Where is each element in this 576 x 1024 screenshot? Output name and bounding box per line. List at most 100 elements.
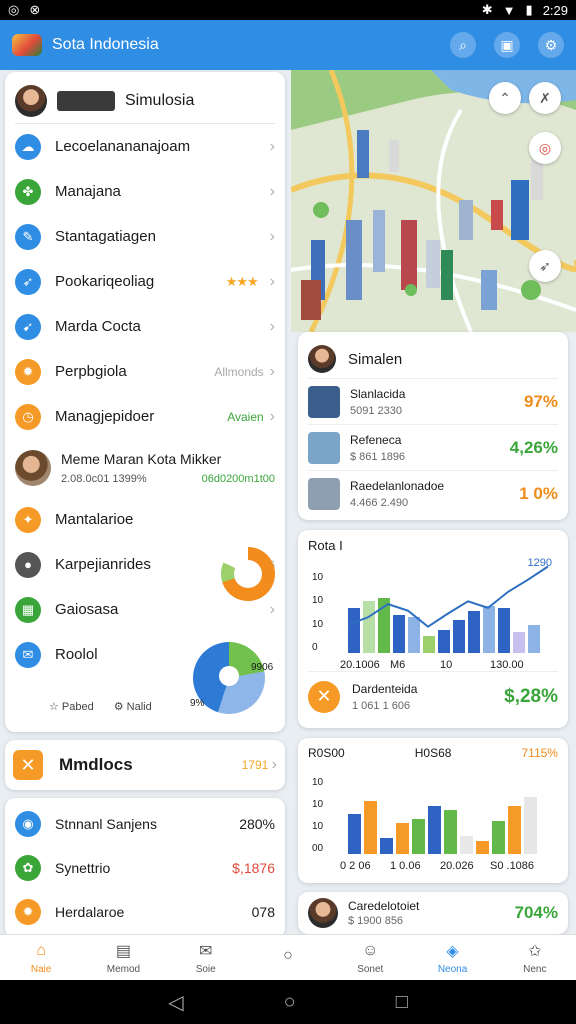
menu-item[interactable]: ✤ Manajana ›: [15, 169, 275, 214]
menu-item[interactable]: ✎ Stantagatiagen ›: [15, 214, 275, 259]
sim-row[interactable]: Raedelanlonadoe 4.466 2.490 1 0%: [308, 470, 558, 516]
bottom-nav: ⌂ Naie ▤ Memod ✉ Soie ○ ☺ Sonet ◈ Neona ✩ Nenc: [0, 934, 576, 980]
menu-item[interactable]: ☁ Lecoelanananajoam ›: [15, 124, 275, 169]
pabed-link[interactable]: ☆ Pabed: [49, 700, 94, 713]
menu-card: Simulosia ☁ Lecoelanananajoam › ✤ Manajana › ✎…: [5, 72, 285, 732]
stats-value: 280%: [239, 816, 275, 832]
right-label: 1290: [527, 557, 552, 569]
chart-title: Rota I: [308, 538, 343, 553]
city-map[interactable]: ⌃ ✗ ◎ ➶: [291, 70, 576, 332]
thumbnail-image: [308, 477, 340, 510]
pie-label-1: 9906: [251, 662, 274, 673]
nav-label: Sonet: [357, 963, 384, 975]
sim-row-pct: 4,26%: [509, 437, 558, 457]
chart2-title-mid: H0S68: [414, 746, 452, 760]
wifi-icon: ▼: [502, 2, 516, 18]
nav-item[interactable]: ▤ Memod: [82, 935, 164, 980]
modules-value: 1791: [241, 758, 269, 772]
chart-card: Rota I 0 10 10 10 20.1006 M6 10 130.00 1290 ✕ Da…: [298, 530, 568, 728]
menu-item[interactable]: ➶ Pookariqeoliag ★★★ ›: [15, 259, 275, 304]
mini-pct: 704%: [514, 903, 558, 922]
group-avatar: [15, 450, 51, 486]
nav-item[interactable]: ○: [247, 935, 329, 980]
stats-row[interactable]: ◉ Stnnanl Sanjens 280%: [15, 802, 275, 846]
stats-value: 078: [251, 904, 275, 920]
mini-title: Caredelotoiet: [348, 899, 420, 913]
home-circle-icon[interactable]: ○: [284, 991, 296, 1014]
target-icon: ◉: [15, 811, 41, 837]
location-pin-icon[interactable]: ◎: [529, 132, 561, 164]
badge-icon: ◈: [446, 942, 459, 960]
nalid-label: Nalid: [126, 701, 152, 713]
chart-footer-row[interactable]: ✕ Dardenteida 1 061 1 606 $,28%: [308, 671, 558, 721]
footer-pct: $,28%: [504, 685, 558, 707]
y-tick-label: 10: [312, 799, 324, 810]
profile-row[interactable]: Simulosia: [15, 78, 275, 124]
nav-item[interactable]: ◈ Neona: [411, 935, 493, 980]
cloud-icon: ☁: [15, 133, 41, 160]
sim-title: Simalen: [348, 350, 403, 368]
menu-item-label: Gaiosasa: [55, 601, 119, 618]
chevron-right-icon: ›: [269, 137, 275, 155]
menu-item-label: Pookariqeoliag: [55, 273, 155, 290]
menu-item[interactable]: ◷ Managjepidoer Avaien ›: [15, 394, 275, 439]
pair-item[interactable]: Meme Maran Kota Mikker 2.08.0c01 1399% 06…: [15, 439, 275, 497]
x-tick-label: 130.00: [490, 659, 524, 671]
recents-icon[interactable]: □: [396, 991, 408, 1014]
menu-item-value: Avaien: [227, 409, 264, 424]
modules-label: Mmdlocs: [59, 755, 133, 774]
simulation-card: Simalen Slanlacida 5091 2330 97% Refeneca $ …: [298, 332, 568, 520]
nav-label: Nenc: [523, 963, 547, 975]
pair-left-value: 2.08.0c01 1399%: [61, 473, 147, 485]
orange-donut-chart: [221, 547, 275, 601]
leaf-icon: ➶: [15, 268, 41, 295]
search-icon[interactable]: ⌕: [450, 32, 476, 58]
nalid-link[interactable]: ⚙ Nalid: [114, 700, 152, 713]
settings-icon[interactable]: ⚙: [538, 32, 564, 58]
grid-icon: ▦: [15, 596, 41, 623]
nav-item[interactable]: ✩ Nenc: [494, 935, 576, 980]
home-icon: ⌂: [36, 941, 46, 959]
bar-chart-1: 0 10 10 10 20.1006 M6 10 130.00 1290: [308, 553, 558, 671]
back-icon[interactable]: ◁: [168, 990, 183, 1015]
nav-item[interactable]: ☺ Sonet: [329, 935, 411, 980]
mini-sub: $ 1900 856: [348, 915, 404, 927]
avatar: [308, 898, 338, 928]
footer-sub: 1 061 1 606: [352, 699, 411, 712]
sim-row-sub: $ 861 1896: [350, 450, 406, 463]
battery-icon: ▮: [525, 2, 533, 17]
menu-item-label: Karpejianrides: [55, 556, 151, 573]
mini-card[interactable]: Caredelotoiet $ 1900 856 704%: [298, 892, 568, 934]
app-notification-icon: ⊗: [29, 2, 41, 17]
chevron-right-icon: ›: [269, 600, 275, 618]
pabed-label: Pabed: [61, 701, 94, 713]
compass-icon[interactable]: ➶: [529, 250, 561, 282]
menu-item[interactable]: ✹ Perpbgiola Allmonds ›: [15, 349, 275, 394]
pair-title: Meme Maran Kota Mikker: [61, 451, 222, 467]
modules-card[interactable]: ✕ Mmdlocs 1791 ›: [5, 740, 285, 790]
menu-item[interactable]: ➹ Marda Cocta ›: [15, 304, 275, 349]
chart-card-2: R0S00 H0S68 7115% 00 10 10 10 0 2 06 1 0.06 20…: [298, 738, 568, 883]
chart-bar: [396, 823, 409, 854]
sim-row[interactable]: Slanlacida 5091 2330 97%: [308, 378, 558, 424]
menu-item[interactable]: ✦ Mantalarioe: [15, 497, 275, 542]
nav-item[interactable]: ⌂ Naie: [0, 935, 82, 980]
x-tick-label: 1 0.06: [390, 860, 421, 872]
chart-bar: [508, 805, 521, 854]
navigate-icon[interactable]: ✗: [529, 82, 561, 114]
puzzle-icon: ✦: [15, 506, 41, 533]
menu-item-label: Marda Cocta: [55, 318, 141, 335]
app-bar: Sota Indonesia ⌕ ▣ ⚙: [0, 20, 576, 70]
y-tick-label: 10: [312, 777, 324, 788]
chart-bar: [444, 810, 457, 854]
chevron-up-icon[interactable]: ⌃: [489, 82, 521, 114]
stats-row[interactable]: ✹ Herdalaroe 078: [15, 890, 275, 934]
stats-row[interactable]: ✿ Synettrio $,1876: [15, 846, 275, 890]
sim-row[interactable]: Refeneca $ 861 1896 4,26%: [308, 424, 558, 470]
chevron-right-icon: ›: [269, 407, 275, 425]
nav-item[interactable]: ✉ Soie: [165, 935, 247, 980]
bag-icon[interactable]: ▣: [494, 32, 520, 58]
clock-icon: ◷: [15, 403, 41, 430]
chevron-right-icon: ›: [269, 182, 275, 200]
stats-label: Synettrio: [55, 860, 111, 876]
